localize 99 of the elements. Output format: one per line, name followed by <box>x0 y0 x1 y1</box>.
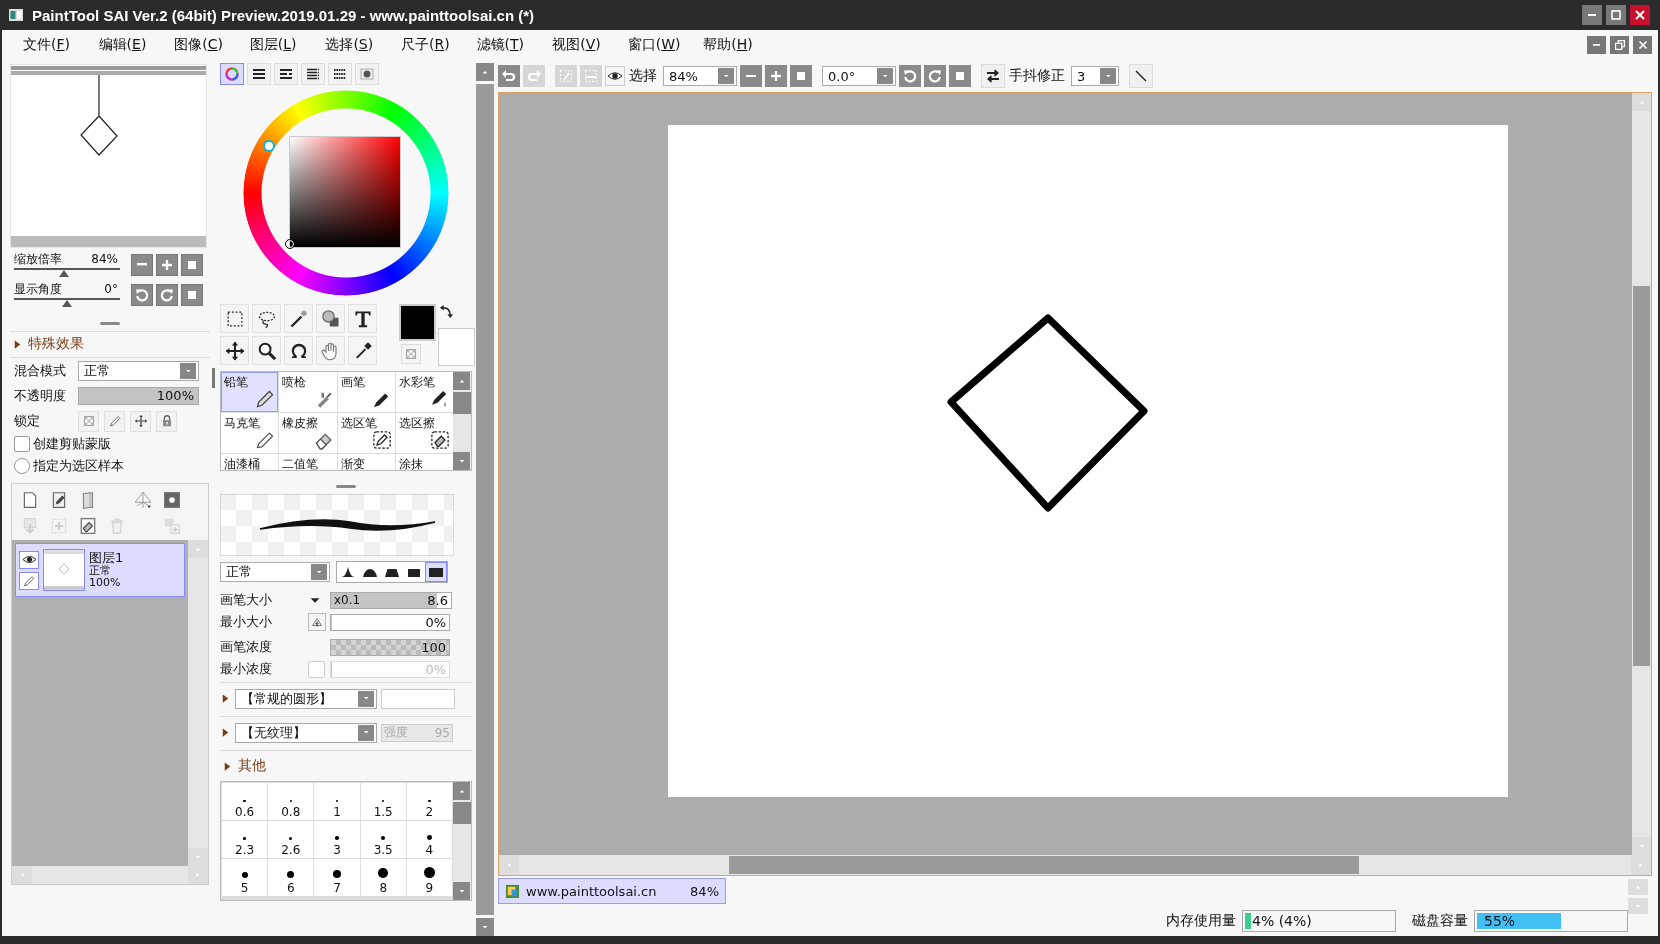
layer-blend-mode: 正常 <box>89 565 111 577</box>
brush-size-preset[interactable]: 6 <box>268 859 314 896</box>
brush-size-value: 1 <box>333 805 341 819</box>
zoom-value: 84% <box>91 251 118 266</box>
effects-section-header[interactable]: 特殊效果 <box>10 331 210 358</box>
disk-value: 55% <box>1484 912 1516 931</box>
brush-size-preset[interactable]: 5 <box>222 859 268 896</box>
brush-tool-item[interactable]: 选区笔 <box>337 413 395 453</box>
opacity-value: 100% <box>156 388 194 404</box>
opacity-slider[interactable]: 100% <box>78 387 199 405</box>
document-title: www.painttoolsai.cn <box>526 883 658 899</box>
layer-item[interactable]: 图层1 正常 100% <box>15 543 185 597</box>
strength-value: 95 <box>434 725 450 740</box>
brush-param-value: 0% <box>425 661 446 677</box>
blend-mode-dropdown[interactable]: 正常 <box>78 361 199 381</box>
disk-label: 磁盘容量 <box>1412 912 1468 930</box>
window-title: PaintTool SAI Ver.2 (64bit) Preview.2019.01.29 - www.painttoolsai.cn (*) <box>32 6 535 24</box>
clipping-label: 创建剪贴蒙版 <box>33 435 111 453</box>
brush-size-preset[interactable]: 4 <box>406 821 452 858</box>
brush-size-preset[interactable]: 3.5 <box>360 821 406 858</box>
document-tab[interactable]: www.painttoolsai.cn 84% <box>498 878 726 904</box>
brush-mode-dropdown[interactable]: 正常 <box>220 562 330 582</box>
brush-tool-item[interactable]: 画笔 <box>337 372 395 412</box>
brush-size-preset[interactable]: 1 <box>314 783 360 820</box>
memory-value: 4% (4%) <box>1252 912 1312 931</box>
brush-size-value: 4 <box>425 843 434 857</box>
brush-shape-dropdown[interactable]: 【常规的圆形】 <box>235 688 377 709</box>
brush-size-preset[interactable]: 2 <box>406 783 452 820</box>
brush-size-preset[interactable]: 9 <box>406 859 452 896</box>
brush-size-preset[interactable]: 3 <box>314 821 360 858</box>
brush-tool-item[interactable]: 涂抹 <box>395 454 453 470</box>
brush-size-value: 3.5 <box>373 843 393 857</box>
menu-item[interactable]: 选择(S) <box>325 36 401 54</box>
lock-label: 锁定 <box>13 412 41 430</box>
brush-param-label: 最小大小 <box>220 613 273 631</box>
brush-size-preset[interactable]: 0.8 <box>268 783 314 820</box>
brush-tool-item[interactable]: 选区擦 <box>395 413 453 453</box>
brush-tool-item[interactable]: 马克笔 <box>221 413 279 453</box>
menu-item[interactable]: 滤镜(T) <box>476 36 553 54</box>
show-selection-label: 选择 <box>629 67 657 85</box>
menu-item[interactable]: 视图(V) <box>552 36 628 54</box>
menu-item[interactable]: 尺子(R) <box>400 36 477 54</box>
brush-size-preset[interactable]: 7 <box>314 859 360 896</box>
brush-size-value: 5 <box>240 881 249 895</box>
stabilizer-dropdown[interactable]: 3 <box>1071 66 1119 86</box>
brush-size-value: 6 <box>286 881 295 895</box>
menu-item[interactable]: 文件(F) <box>23 36 99 54</box>
brush-tool-item[interactable]: 喷枪 <box>279 372 337 412</box>
brush-size-preset[interactable]: 0.6 <box>222 783 268 820</box>
selection-source-label: 指定为选区样本 <box>33 457 124 475</box>
layer-name: 图层1 <box>89 551 124 565</box>
brush-param-value: 0% <box>425 614 446 630</box>
brush-param-slider[interactable]: 100 <box>330 638 450 656</box>
brush-size-value: 2.3 <box>235 843 255 857</box>
brush-size-value: 2.6 <box>281 843 301 857</box>
menu-item[interactable]: 窗口(W) <box>627 36 704 54</box>
brush-param-label: 画笔大小 <box>220 591 273 609</box>
stabilizer-label: 手抖修正 <box>1009 67 1065 85</box>
brush-size-value: 0.8 <box>281 805 301 819</box>
brush-size-preset[interactable]: 2.3 <box>222 821 268 858</box>
zoom-label: 缩放倍率 <box>14 251 62 266</box>
brush-size-value: 1.5 <box>373 805 393 819</box>
strength-label: 强度 <box>384 724 408 741</box>
document-zoom: 84% <box>690 883 719 899</box>
size-multiplier: x0.1 <box>334 592 361 608</box>
brush-tool-item[interactable]: 二值笔 <box>279 454 337 470</box>
opacity-label: 不透明度 <box>13 387 67 405</box>
brush-param-value: 8.6 <box>427 592 448 608</box>
brush-size-value: 7 <box>333 881 341 895</box>
blend-mode-label: 混合模式 <box>13 362 67 380</box>
brush-param-label: 最小浓度 <box>220 660 273 678</box>
brush-size-value: 3 <box>333 843 341 857</box>
brush-size-value: 2 <box>425 805 434 819</box>
brush-size-value: 9 <box>425 881 434 895</box>
brush-tool-item[interactable]: 油漆桶 <box>221 454 279 470</box>
other-section-header[interactable]: 其他 <box>220 750 472 779</box>
brush-size-preset[interactable]: 8 <box>360 859 406 896</box>
brush-size-value: 0.6 <box>235 805 255 819</box>
menu-item[interactable]: 图层(L) <box>249 36 326 54</box>
brush-tool-item[interactable]: 渐变 <box>337 454 395 470</box>
brush-param-label: 画笔浓度 <box>220 638 273 656</box>
brush-tool-item[interactable]: 铅笔 <box>221 372 279 412</box>
menu-item[interactable]: 编辑(E) <box>98 36 175 54</box>
brush-size-preset[interactable]: 1.5 <box>360 783 406 820</box>
brush-tool-item[interactable]: 水彩笔 <box>395 372 453 412</box>
brush-param-value: 100 <box>421 639 446 655</box>
menu-item[interactable]: 图像(C) <box>174 36 250 54</box>
brush-param-slider[interactable]: 0% <box>330 613 450 631</box>
brush-size-value: 8 <box>379 881 387 895</box>
memory-label: 内存使用量 <box>1166 912 1236 930</box>
brush-size-preset[interactable]: 2.6 <box>268 821 314 858</box>
brush-tool-item[interactable]: 橡皮擦 <box>279 413 337 453</box>
angle-value: 0° <box>104 281 118 296</box>
angle-label: 显示角度 <box>14 281 62 296</box>
zoom-dropdown[interactable]: 84% <box>663 66 737 86</box>
layer-opacity: 100% <box>89 577 122 589</box>
rotation-dropdown[interactable]: 0.0° <box>822 66 896 86</box>
menu-item[interactable]: 帮助(H) <box>703 36 779 54</box>
brush-param-slider[interactable]: x0.1 8.6 <box>330 591 452 609</box>
